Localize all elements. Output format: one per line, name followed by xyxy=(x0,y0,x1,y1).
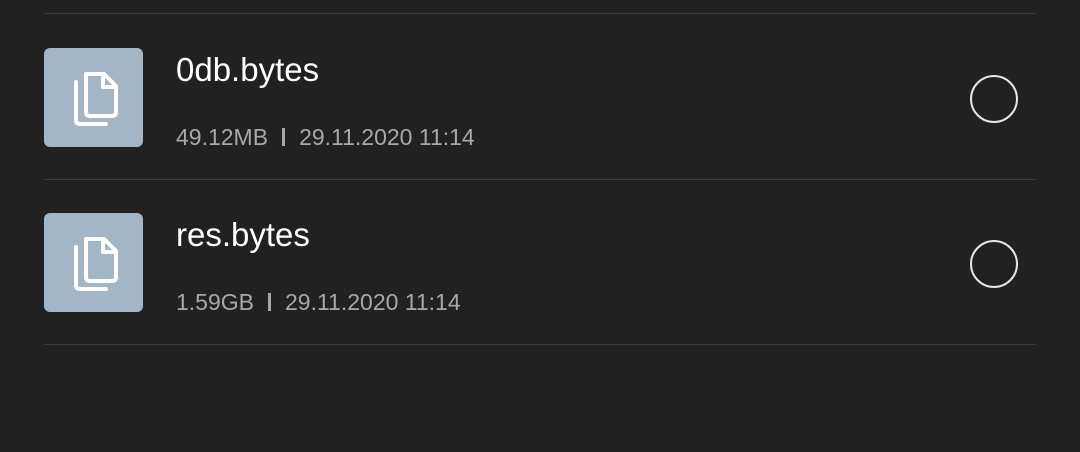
file-size: 49.12MB xyxy=(176,123,269,150)
list-divider xyxy=(44,13,1036,14)
select-radio-button[interactable] xyxy=(970,240,1018,288)
meta-separator xyxy=(282,128,286,146)
copy-files-icon xyxy=(74,237,118,291)
copy-files-icon xyxy=(74,72,118,126)
file-thumbnail xyxy=(44,213,143,312)
file-size: 1.59GB xyxy=(176,288,254,315)
meta-separator xyxy=(268,293,271,311)
file-name: 0db.bytes xyxy=(176,51,320,88)
list-divider xyxy=(44,179,1036,180)
list-divider xyxy=(44,344,1036,345)
file-modified-date: 29.11.2020 11:14 xyxy=(299,123,475,150)
file-modified-date: 29.11.2020 11:14 xyxy=(285,288,461,315)
select-radio-button[interactable] xyxy=(970,75,1018,123)
file-list-screen: 0db.bytes 49.12MB 29.11.2020 11:14 res.b… xyxy=(0,0,1080,452)
file-list-item[interactable]: 0db.bytes 49.12MB 29.11.2020 11:14 xyxy=(0,48,1080,213)
file-meta: 49.12MB 29.11.2020 11:14 xyxy=(176,122,475,152)
file-name: res.bytes xyxy=(176,216,310,253)
file-thumbnail xyxy=(44,48,143,147)
file-list-item[interactable]: res.bytes 1.59GB 29.11.2020 11:14 xyxy=(0,213,1080,378)
file-meta: 1.59GB 29.11.2020 11:14 xyxy=(176,287,461,317)
